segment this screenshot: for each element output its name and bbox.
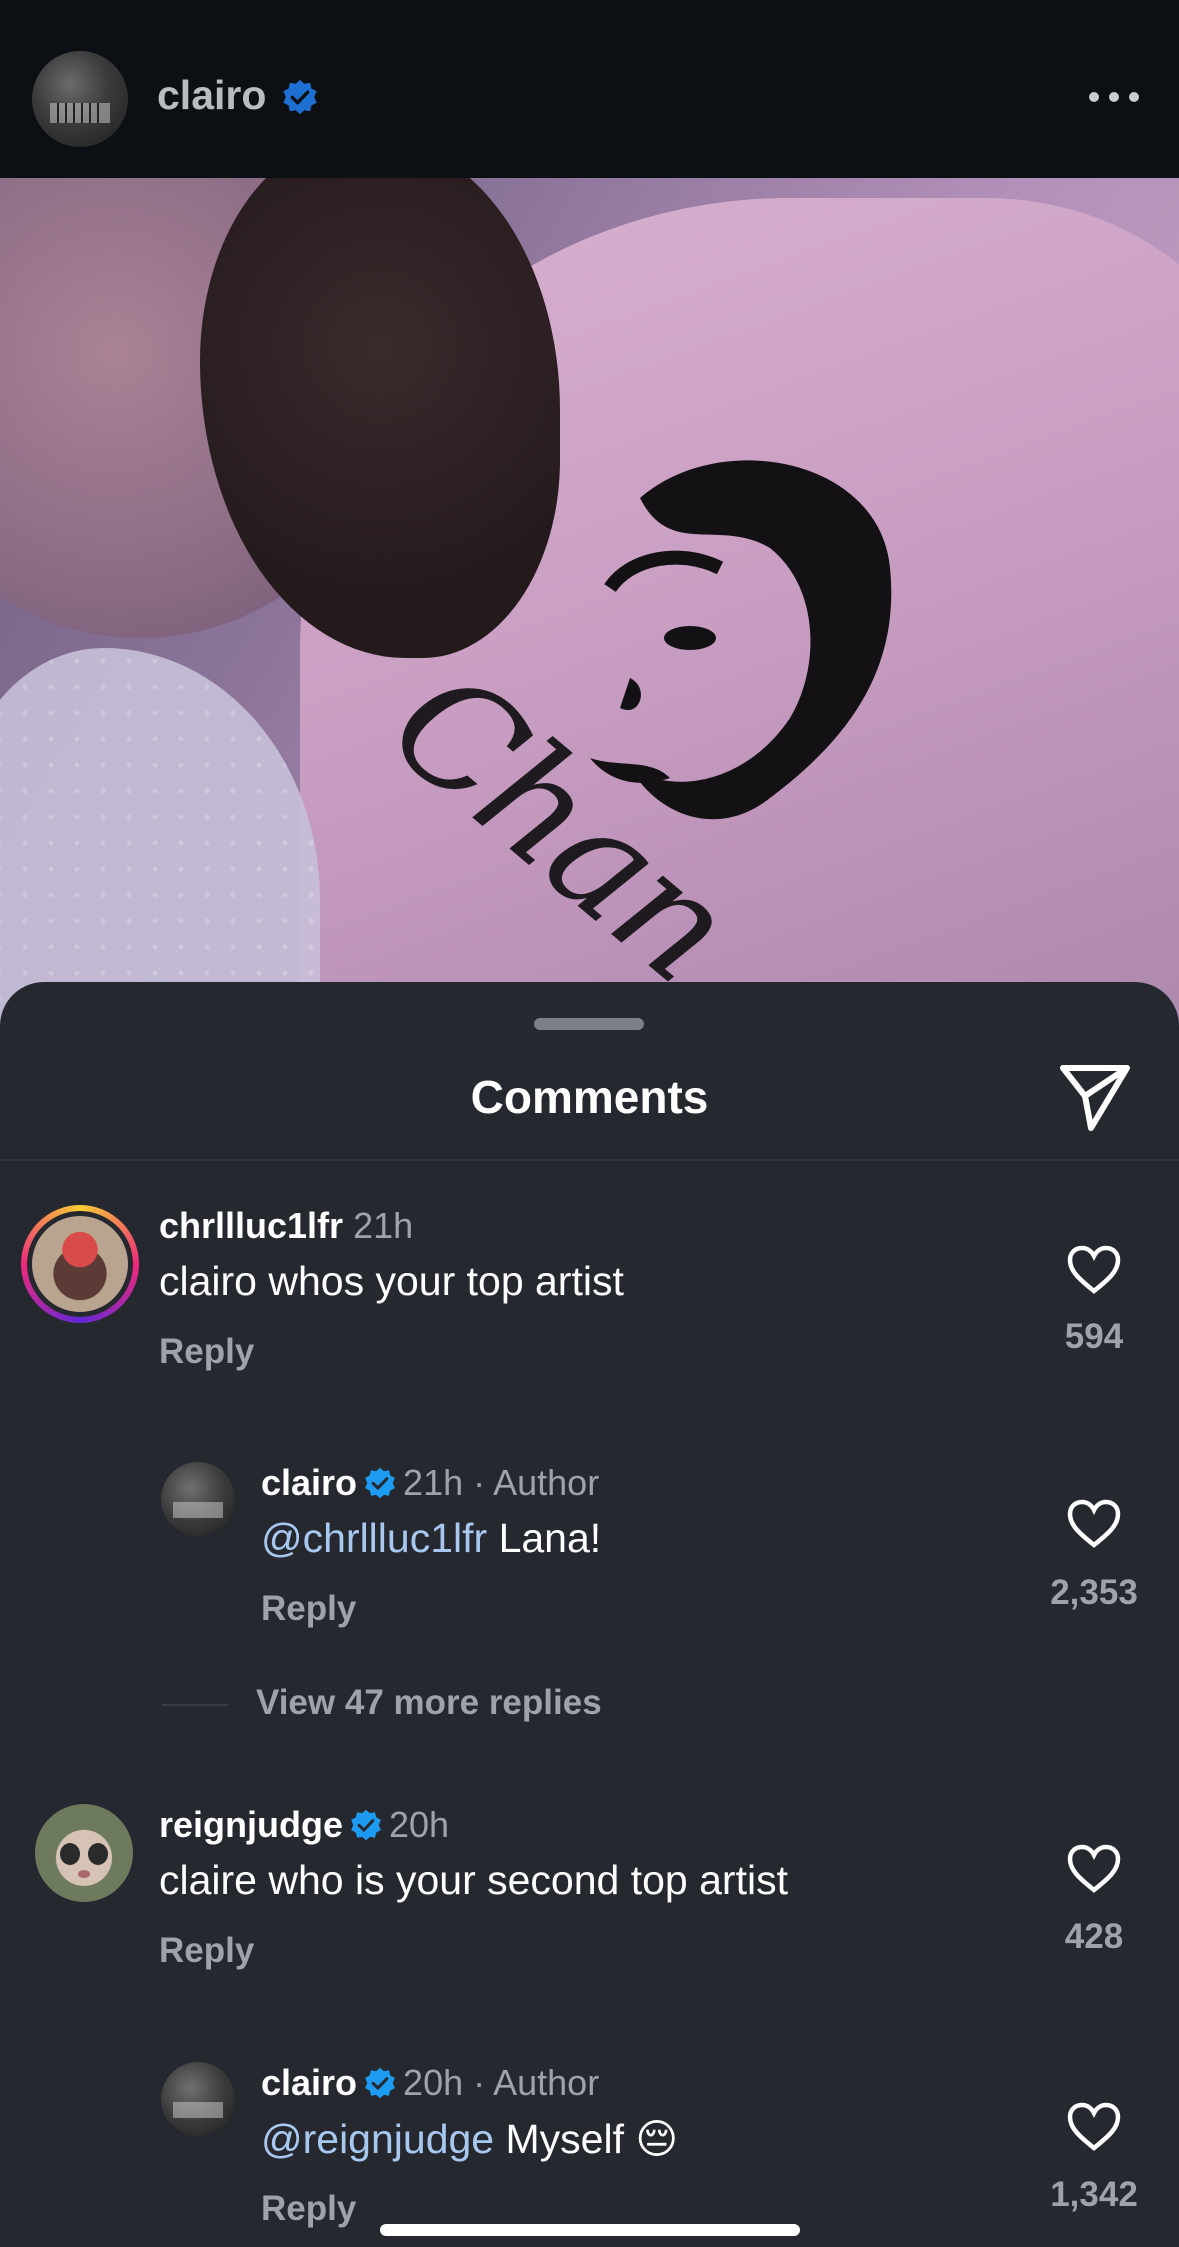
post-username[interactable]: clairo [157, 72, 266, 119]
mention-link[interactable]: @reignjudge [261, 2116, 494, 2162]
comment-time: 20h [389, 1804, 450, 1845]
commenter-avatar[interactable] [21, 1205, 139, 1323]
like-count: 428 [1064, 1917, 1124, 1956]
header-divider [0, 1159, 1179, 1161]
comment-meta: clairo 21h · Author [261, 1462, 599, 1504]
like-count: 1,342 [1050, 2175, 1138, 2214]
comments-sheet: Comments [0, 982, 1179, 2247]
reply-button[interactable]: Reply [261, 1589, 356, 1629]
comment-username[interactable]: clairo [261, 1462, 357, 1503]
comment-username[interactable]: reignjudge [159, 1804, 343, 1845]
comment-time: 21h · Author [403, 1462, 600, 1503]
comment-meta: clairo 20h · Author [261, 2062, 599, 2104]
reply-button[interactable]: Reply [159, 1931, 254, 1971]
comment-text: @reignjudge Myself 😔 [261, 2115, 678, 2163]
send-icon[interactable] [1059, 1062, 1131, 1132]
more-options-icon[interactable] [1088, 91, 1140, 103]
verified-badge-icon [283, 79, 317, 115]
verified-badge-icon [351, 1809, 381, 1841]
comment-body: Myself 😔 [494, 2116, 679, 2162]
like-heart-icon[interactable] [1067, 1844, 1121, 1894]
mention-link[interactable]: @chrllluc1lfr [261, 1515, 487, 1561]
comments-title: Comments [470, 1071, 709, 1123]
comment-text: claire who is your second top artist [159, 1857, 788, 1903]
reply-button[interactable]: Reply [261, 2189, 356, 2229]
like-heart-icon[interactable] [1067, 1499, 1121, 1549]
sheet-grabber[interactable] [534, 1018, 644, 1030]
comment-time: 20h · Author [403, 2062, 600, 2103]
comment-text: clairo whos your top artist [159, 1258, 624, 1304]
reply-button[interactable]: Reply [159, 1332, 254, 1372]
verified-badge-icon [365, 1467, 395, 1499]
like-heart-icon[interactable] [1067, 2102, 1121, 2152]
profile-avatar[interactable] [32, 51, 128, 147]
home-indicator[interactable] [380, 2224, 800, 2236]
view-more-replies[interactable]: View 47 more replies [0, 1683, 1179, 1723]
comment-body: Lana! [487, 1515, 602, 1561]
photo-dotted-shirt [0, 648, 320, 1028]
comment-meta: chrllluc1lfr 21h [159, 1205, 413, 1247]
commenter-avatar[interactable] [161, 2062, 235, 2136]
comment-username[interactable]: chrllluc1lfr [159, 1205, 343, 1246]
view-more-replies-label[interactable]: View 47 more replies [256, 1683, 602, 1723]
comment-meta: reignjudge 20h [159, 1804, 449, 1846]
commenter-avatar[interactable] [161, 1462, 235, 1536]
post-photo[interactable]: Chan [0, 178, 1179, 1028]
comment-text: @chrllluc1lfr Lana! [261, 1515, 601, 1562]
commenter-avatar[interactable] [35, 1804, 133, 1902]
comment-username[interactable]: clairo [261, 2062, 357, 2103]
comment-time: 21h [353, 1205, 414, 1246]
thread-line [162, 1704, 228, 1706]
like-count: 2,353 [1050, 1573, 1138, 1612]
post-header: clairo [0, 0, 1179, 178]
like-heart-icon[interactable] [1067, 1245, 1121, 1295]
like-count: 594 [1064, 1317, 1124, 1356]
verified-badge-icon [365, 2067, 395, 2099]
